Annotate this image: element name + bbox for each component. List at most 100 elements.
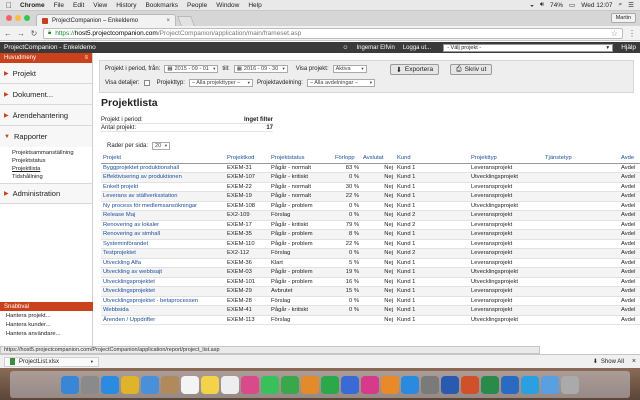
cell-projekt[interactable]: Utveckling av webbsajt (101, 267, 225, 278)
system-preferences-icon[interactable] (421, 375, 439, 394)
calendar-icon[interactable] (181, 375, 199, 394)
close-icon[interactable]: × (632, 358, 636, 365)
chrome-menu-icon[interactable]: ⋮ (628, 29, 636, 38)
cell-projekt[interactable]: Release Maj (101, 210, 225, 221)
cell-projekt[interactable]: Systeminförandet (101, 239, 225, 249)
menu-people[interactable]: People (187, 2, 207, 9)
trash-icon[interactable] (561, 375, 579, 394)
cell-projekt[interactable]: Ärenden / Uppdrifter (101, 315, 225, 325)
cell-projekt[interactable]: Utvecklingsprojektet - betaprocessen (101, 296, 225, 306)
url-input[interactable]: 🔒︎ https://host5.projectcompanion.com/Pr… (43, 27, 623, 39)
clock[interactable]: Wed 12:07 (581, 2, 612, 9)
photos-icon[interactable] (241, 375, 259, 394)
export-button[interactable]: ⬇ Exportera (390, 64, 440, 75)
messages-icon[interactable] (261, 375, 279, 394)
user-name[interactable]: Ingemar Elfvin (356, 45, 394, 51)
menu-help[interactable]: Help (248, 2, 261, 9)
table-row[interactable]: Renovering av simhall EXEM-35 Pågår - prob… (101, 229, 640, 240)
help-link[interactable]: Hjälp (621, 44, 636, 51)
cell-projekt[interactable]: Effektivisering av produktionen (101, 172, 225, 183)
word-icon[interactable] (441, 375, 459, 394)
close-window-icon[interactable] (6, 15, 12, 21)
submenu-tidshallning[interactable]: Tidshållning (12, 173, 92, 181)
volume-icon[interactable]: 🔊︎ (540, 1, 544, 9)
bookmark-star-icon[interactable]: ☆ (611, 29, 618, 38)
forward-icon[interactable]: → (17, 29, 25, 38)
new-tab-button[interactable] (177, 16, 195, 26)
chevron-down-icon[interactable]: ▾ (91, 359, 93, 365)
sidebar-item-dokument[interactable]: ▶ Dokument... (0, 84, 92, 105)
show-all-button[interactable]: ⬇ Show All (593, 358, 624, 366)
column-header-projektstatus[interactable]: Projektstatus (269, 154, 333, 164)
mail-icon[interactable] (141, 375, 159, 394)
project-select[interactable]: - Välj projekt - ▾ (443, 43, 614, 52)
finder-icon[interactable] (61, 375, 79, 394)
close-tab-icon[interactable]: × (166, 18, 170, 24)
visa-projekt-select[interactable]: Aktiva ▾ (332, 65, 367, 73)
sidebar-item-arendehantering[interactable]: ▶ Ärendehantering (0, 105, 92, 126)
column-header-projekttyp[interactable]: Projekttyp (469, 154, 543, 164)
table-row[interactable]: Release Maj EX2-109 Förslag 0 % Nej Kund 2 Lev… (101, 210, 640, 221)
logout-link[interactable]: Logga ut... (403, 45, 431, 51)
cell-projekt[interactable]: Utveckling Alfa (101, 258, 225, 268)
print-button[interactable]: ⎙ Skriv ut (450, 64, 493, 75)
pages-icon[interactable] (301, 375, 319, 394)
battery-percent[interactable]: 74% (550, 2, 563, 9)
list-icon[interactable]: ☰ (628, 1, 634, 9)
safari-icon[interactable] (101, 375, 119, 394)
column-header-projektkod[interactable]: Projektkod (225, 154, 269, 164)
reload-icon[interactable]: ↻ (30, 29, 38, 38)
column-header-kund[interactable]: Kund (395, 154, 469, 164)
submenu-projektstatus[interactable]: Projektstatus (12, 157, 92, 165)
visa-detaljer-checkbox[interactable] (143, 80, 150, 86)
menu-history[interactable]: History (116, 2, 136, 9)
table-row[interactable]: Utvecklingsprojektet EXEM-29 Avbrutet 15 % N… (101, 286, 640, 297)
powerpoint-icon[interactable] (461, 375, 479, 394)
back-icon[interactable]: ← (4, 29, 12, 38)
table-row[interactable]: Ärenden / Uppdrifter EXEM-113 Förslag Nej Ku… (101, 315, 640, 325)
contacts-icon[interactable] (161, 375, 179, 394)
submenu-projektlista[interactable]: Projektlista (12, 165, 92, 173)
avdelning-select[interactable]: – Alla avdelningar – ▾ (306, 79, 375, 87)
menu-window[interactable]: Window (216, 2, 239, 9)
projekttyp-select[interactable]: – Alla projekttyper – ▾ (188, 79, 253, 87)
wifi-icon[interactable]: ◒ (530, 2, 534, 9)
profile-button[interactable]: Martin (610, 13, 636, 23)
cell-projekt[interactable]: Renovering av lokaler (101, 220, 225, 230)
menu-view[interactable]: View (93, 2, 107, 9)
cell-projekt[interactable]: Leverans av ställverksstation (101, 191, 225, 202)
itunes-icon[interactable] (361, 375, 379, 394)
quick-link-anvandare[interactable]: Hantera användare... (0, 329, 93, 338)
apple-icon[interactable]:  (6, 1, 12, 10)
table-row[interactable]: Systeminförandet EXEM-110 Pågår - problem 2… (101, 239, 640, 249)
table-row[interactable]: Renovering av lokaler EXEM-17 Pågår - krit… (101, 220, 640, 230)
submenu-projektsammanstallning[interactable]: Projektsammanställning (12, 149, 92, 157)
facetime-icon[interactable] (281, 375, 299, 394)
reminders-icon[interactable] (221, 375, 239, 394)
table-row[interactable]: Enkelt projekt EXEM-22 Pågår - normalt 30 %… (101, 182, 640, 192)
browser-tab[interactable]: ProjectCompanion – Enkeldemo × (36, 14, 176, 26)
column-header-avdelning[interactable]: Avde (619, 154, 640, 164)
rows-per-page-select[interactable]: 20 ▾ (152, 142, 171, 150)
cell-projekt[interactable]: Renovering av simhall (101, 229, 225, 240)
folder-icon[interactable] (541, 375, 559, 394)
hamburger-icon[interactable]: ≡ (84, 55, 88, 61)
column-header-projekt[interactable]: Projekt (101, 154, 225, 164)
skype-icon[interactable] (521, 375, 539, 394)
cell-projekt[interactable]: Enkelt projekt (101, 182, 225, 192)
numbers-icon[interactable] (321, 375, 339, 394)
cell-projekt[interactable]: Testprojektet (101, 248, 225, 259)
menu-edit[interactable]: Edit (73, 2, 84, 9)
launchpad-icon[interactable] (81, 375, 99, 394)
table-row[interactable]: Effektivisering av produktionen EXEM-107 P… (101, 172, 640, 183)
sidebar-item-administration[interactable]: ▶ Administration (0, 183, 92, 204)
table-row[interactable]: Testprojektet EX2-112 Förslag 0 % Nej Kund 2L… (101, 248, 640, 259)
cell-projekt[interactable]: Utvecklingsprojektet (101, 277, 225, 287)
sidebar-item-rapporter[interactable]: ▼ Rapporter (0, 126, 92, 147)
table-row[interactable]: Webbsida EXEM-41 Pågår - kritiskt 0 % Nej Kun… (101, 305, 640, 316)
menu-file[interactable]: File (54, 2, 64, 9)
quick-link-kunder[interactable]: Hantera kunder... (0, 320, 93, 329)
menu-chrome[interactable]: Chrome (20, 2, 45, 9)
sidebar-item-projekt[interactable]: ▶ Projekt (0, 63, 92, 84)
table-row[interactable]: Ny process för medlemsansökningar EXEM-10… (101, 201, 640, 211)
